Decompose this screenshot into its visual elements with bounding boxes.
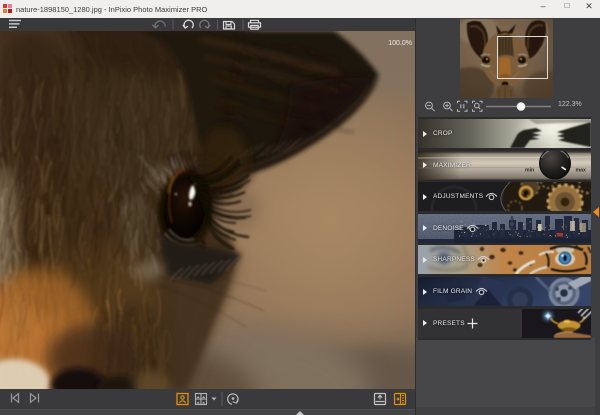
svg-text:min: min xyxy=(525,167,534,173)
svg-text:max: max xyxy=(576,167,586,173)
